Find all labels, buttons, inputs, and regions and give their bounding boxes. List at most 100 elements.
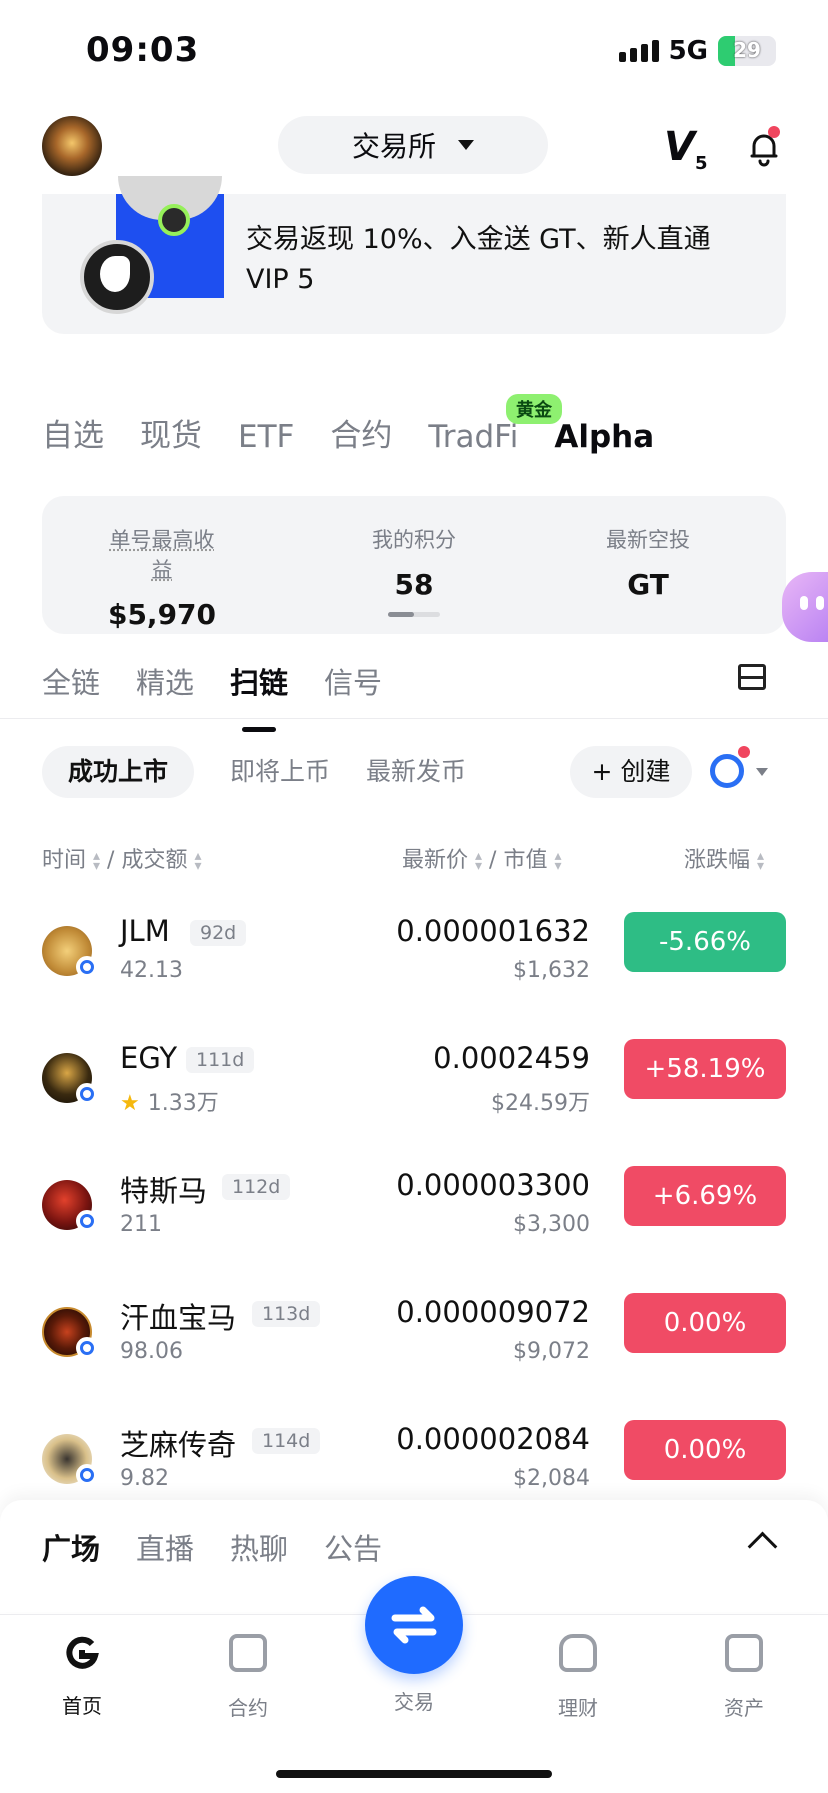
token-price: 0.000001632 (396, 914, 590, 948)
tab-all-chains[interactable]: 全链 (42, 660, 100, 702)
column-header-time-volume[interactable]: 时间 ▴ ▾ / 成交额 ▴ ▾ (42, 842, 202, 874)
create-button[interactable]: + 创建 (570, 746, 692, 798)
sort-icon: ▴ ▾ (194, 848, 202, 874)
futures-doc-icon (229, 1634, 267, 1672)
filter-latest[interactable]: 最新发币 (366, 746, 466, 798)
vip-letter: V (664, 124, 695, 170)
chain-selector-icon[interactable] (710, 754, 744, 788)
token-name: JLM (120, 914, 170, 948)
stat-label: 我的积分 (372, 528, 456, 552)
gold-badge: 黄金 (506, 394, 562, 424)
token-age: 92d (190, 920, 247, 946)
tab-label: 资产 (724, 1696, 764, 1720)
token-price: 0.000009072 (396, 1295, 590, 1329)
tab-hot-chat[interactable]: 热聊 (230, 1526, 288, 1568)
network-label: 5G (668, 36, 708, 66)
tab-scan-chain[interactable]: 扫链 (230, 660, 288, 732)
token-volume: 1.33万 (147, 1091, 219, 1116)
stat-max-profit[interactable]: 单号最高收益 $5,970 (102, 524, 222, 631)
tab-label: 交易 (394, 1690, 434, 1714)
stat-value: $5,970 (107, 598, 217, 631)
chain-badge-icon (76, 1337, 98, 1359)
wallet-icon (725, 1634, 763, 1672)
tab-spot[interactable]: 现货 (140, 410, 202, 455)
token-name: 汗血宝马 (120, 1301, 237, 1335)
filter-upcoming[interactable]: 即将上币 (230, 746, 330, 798)
assistant-bot-icon[interactable] (782, 572, 828, 642)
tab-label: 理财 (558, 1696, 598, 1720)
token-price: 0.0002459 (433, 1041, 590, 1075)
token-mcap: $9,072 (513, 1339, 590, 1364)
tab-live[interactable]: 直播 (136, 1526, 194, 1568)
tab-featured[interactable]: 精选 (136, 660, 194, 702)
tab-announcements[interactable]: 公告 (324, 1526, 382, 1568)
token-name: 芝麻传奇 (120, 1428, 237, 1462)
divider (0, 718, 828, 719)
banner-logo-mark (100, 256, 130, 292)
swap-icon (391, 1606, 437, 1644)
token-row[interactable]: JLM 92d 42.13 0.000001632 $1,632 -5.66% (0, 900, 828, 1022)
avatar[interactable] (42, 116, 102, 176)
tab-square[interactable]: 广场 (42, 1526, 100, 1568)
column-header-change[interactable]: 涨跌幅 ▴ ▾ (684, 842, 764, 874)
col-mcap: 市值 (503, 848, 548, 873)
star-icon[interactable]: ★ (120, 1091, 140, 1116)
token-row[interactable]: 汗血宝马 113d 98.06 0.000009072 $9,072 0.00% (0, 1281, 828, 1403)
stat-label: 单号最高收益 (109, 528, 215, 582)
token-name: EGY (120, 1041, 178, 1075)
tab-assets[interactable]: 资产 (684, 1634, 804, 1721)
token-age: 111d (186, 1047, 255, 1073)
status-indicators: 5G 29 (618, 36, 776, 66)
trade-button[interactable] (365, 1576, 463, 1674)
battery-level: 29 (733, 38, 761, 62)
carousel-indicator (388, 612, 440, 617)
token-volume: 9.82 (120, 1466, 169, 1491)
home-icon (66, 1636, 99, 1669)
vip-badge[interactable]: V5 (664, 124, 708, 174)
exchange-switcher[interactable]: 交易所 (278, 116, 548, 174)
sort-icon: ▴ ▾ (554, 848, 562, 874)
token-row[interactable]: EGY 111d ★ 1.33万 0.0002459 $24.59万 +58.19… (0, 1027, 828, 1149)
stat-airdrop[interactable]: 最新空投 GT (588, 524, 708, 601)
change-badge[interactable]: +6.69% (624, 1166, 786, 1226)
vip-number: 5 (694, 153, 708, 174)
tab-tradfi[interactable]: TradFi (428, 419, 518, 455)
caret-down-icon[interactable] (756, 768, 768, 776)
banner-text: 交易返现 10%、入金送 GT、新人直通 VIP 5 (246, 224, 711, 295)
tab-watchlist[interactable]: 自选 (42, 410, 104, 455)
tab-etf[interactable]: ETF (238, 419, 294, 455)
token-mcap: $2,084 (513, 1466, 590, 1491)
change-badge[interactable]: -5.66% (624, 912, 786, 972)
col-time: 时间 (42, 848, 87, 873)
tab-futures[interactable]: 合约 (330, 410, 392, 455)
tab-signals[interactable]: 信号 (324, 660, 382, 702)
tab-trade-label-wrap[interactable]: 交易 (354, 1686, 474, 1715)
tab-alpha[interactable]: Alpha (554, 419, 654, 455)
notification-dot (768, 126, 780, 138)
filter-listed[interactable]: 成功上市 (42, 746, 195, 798)
col-change: 涨跌幅 (684, 848, 751, 873)
tab-home[interactable]: 首页 (22, 1634, 142, 1719)
stat-points[interactable]: 我的积分 58 (354, 524, 474, 601)
tab-label: 合约 (228, 1696, 268, 1720)
sort-icon: ▴ ▾ (475, 848, 483, 874)
tab-finance[interactable]: 理财 (518, 1634, 638, 1721)
column-header-price-mcap[interactable]: 最新价 ▴ ▾ / 市值 ▴ ▾ (402, 842, 562, 874)
category-tabs: 自选 现货 ETF 合约 TradFi Alpha (42, 410, 654, 455)
token-volume: 98.06 (120, 1339, 183, 1364)
change-badge[interactable]: +58.19% (624, 1039, 786, 1099)
change-badge[interactable]: 0.00% (624, 1420, 786, 1480)
token-mcap: $24.59万 (491, 1091, 590, 1116)
signal-icon (618, 40, 659, 62)
chain-badge-icon (76, 956, 98, 978)
layout-toggle-icon[interactable] (738, 664, 766, 690)
token-mcap: $1,632 (513, 958, 590, 983)
community-tabs: 广场 直播 热聊 公告 (42, 1526, 382, 1568)
tab-futures-nav[interactable]: 合约 (188, 1634, 308, 1721)
change-badge[interactable]: 0.00% (624, 1293, 786, 1353)
chain-badge-icon (76, 1083, 98, 1105)
stat-label: 最新空投 (606, 528, 690, 552)
token-row[interactable]: 特斯马 112d 211 0.000003300 $3,300 +6.69% (0, 1154, 828, 1276)
stat-value: GT (627, 568, 669, 601)
token-name: 特斯马 (120, 1174, 208, 1208)
